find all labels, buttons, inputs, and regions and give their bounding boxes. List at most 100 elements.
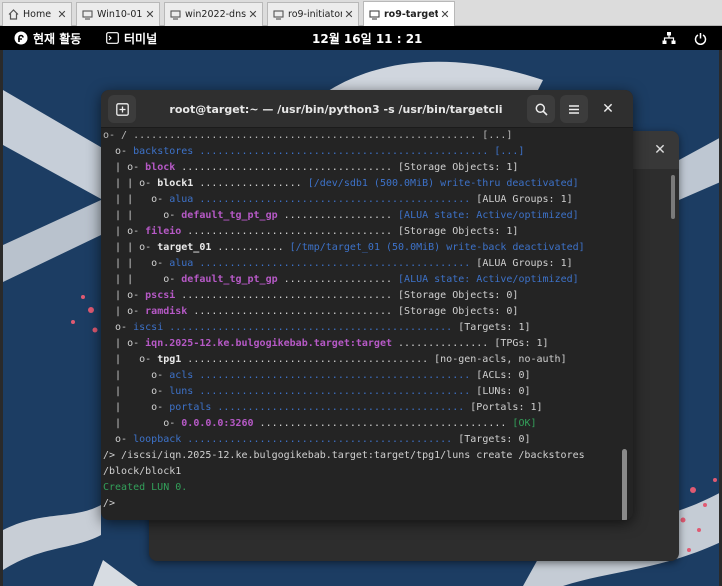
- terminal-text-segment: | | o-: [103, 210, 182, 221]
- terminal-text-segment: [Targets: 0]: [458, 434, 531, 445]
- terminal-text-segment: backstores: [133, 146, 194, 157]
- vm-tab-strip: Home ✕ Win10-01 ✕ win2022-dns ✕ ro9-init…: [0, 0, 722, 27]
- terminal-line: /> /iscsi/iqn.2025-12.ke.bulgogikebab.ta…: [103, 448, 585, 464]
- terminal-line: | | o- block1 ................. [/dev/sd…: [103, 176, 579, 192]
- terminal-text-segment: ...........: [211, 242, 290, 253]
- terminal-text-segment: loopback: [133, 434, 182, 445]
- terminal-output[interactable]: o- / ...................................…: [101, 128, 633, 520]
- new-tab-button[interactable]: [108, 95, 136, 123]
- terminal-text-segment: o-: [103, 322, 134, 333]
- vm-icon: [81, 9, 93, 21]
- terminal-text-segment: ................................... [Sto…: [175, 162, 519, 173]
- terminal-text-segment: o- / ...................................…: [103, 130, 513, 141]
- terminal-line: Created LUN 0.: [103, 480, 187, 496]
- terminal-text-segment: | | o-: [103, 194, 170, 205]
- close-icon[interactable]: ✕: [438, 8, 452, 21]
- vm-tab-label: win2022-dns: [185, 9, 246, 20]
- vm-icon: [272, 9, 284, 21]
- vm-icon: [368, 9, 380, 21]
- network-icon: [662, 32, 676, 44]
- activities-button[interactable]: 현재 활동: [14, 26, 81, 50]
- close-icon[interactable]: ✕: [143, 8, 157, 21]
- terminal-text-segment: | o-: [103, 354, 158, 365]
- activities-label: 현재 활동: [33, 31, 82, 46]
- gnome-top-bar: 현재 활동 터미널 12월 16일 11 : 21: [0, 26, 722, 50]
- terminal-text-segment: | o-: [103, 338, 146, 349]
- terminal-text-segment: ........................................…: [163, 322, 459, 333]
- terminal-line: | o- luns ..............................…: [103, 384, 530, 400]
- terminal-line: | o- fileio ............................…: [103, 224, 518, 240]
- terminal-line: | o- portals ...........................…: [103, 400, 543, 416]
- close-icon[interactable]: ✕: [651, 141, 669, 159]
- terminal-text-segment: [ALUA state: Active/optimized]: [398, 210, 579, 221]
- terminal-text-segment: [/dev/sdb1 (500.0MiB) write-thru deactiv…: [307, 178, 579, 189]
- terminal-text-segment: .................................. [Stor…: [181, 226, 519, 237]
- terminal-text-segment: | | o-: [103, 242, 158, 253]
- terminal-text-segment: portals: [169, 402, 212, 413]
- terminal-line: | | o- default_tg_pt_gp ................…: [103, 208, 579, 224]
- terminal-text-segment: ........................................…: [193, 194, 477, 205]
- terminal-text-segment: block1: [157, 178, 194, 189]
- terminal-line: o- iscsi ...............................…: [103, 320, 530, 336]
- terminal-line: | o- 0.0.0.0:3260 ......................…: [103, 416, 536, 432]
- terminal-text-segment: ramdisk: [145, 306, 188, 317]
- terminal-text-segment: /block/block1: [103, 466, 182, 477]
- vm-tab-label: Win10-01: [97, 9, 143, 20]
- terminal-text-segment: ........................................…: [253, 418, 513, 429]
- terminal-text-segment: o-: [103, 146, 134, 157]
- terminal-text-segment: default_tg_pt_gp: [181, 210, 278, 221]
- terminal-scrollbar[interactable]: [622, 449, 627, 520]
- terminal-text-segment: block: [145, 162, 176, 173]
- vm-icon: [169, 9, 181, 21]
- vm-tab-win10-01[interactable]: Win10-01 ✕: [76, 2, 160, 26]
- clock[interactable]: 12월 16일 11 : 21: [312, 26, 422, 50]
- terminal-text-segment: [ALUA Groups: 1]: [476, 258, 573, 269]
- terminal-text-segment: [ALUA Groups: 1]: [476, 194, 573, 205]
- terminal-line: />: [103, 496, 115, 512]
- terminal-text-segment: | o-: [103, 162, 146, 173]
- search-button[interactable]: [527, 95, 555, 123]
- hamburger-menu-icon: [569, 104, 579, 114]
- terminal-text-segment: ........................................…: [211, 402, 471, 413]
- terminal-header-bar[interactable]: root@target:~ — /usr/bin/python3 -s /usr…: [101, 90, 633, 128]
- activities-logo-icon: [14, 31, 28, 45]
- terminal-text-segment: .................: [193, 178, 308, 189]
- scrollbar[interactable]: [671, 175, 675, 219]
- terminal-text-segment: ..................: [277, 274, 399, 285]
- terminal-line: | | o- target_01 ........... [/tmp/targe…: [103, 240, 585, 256]
- terminal-text-segment: [ALUA state: Active/optimized]: [398, 274, 579, 285]
- terminal-text-segment: [ACLs: 0]: [476, 370, 531, 381]
- close-icon[interactable]: ✕: [55, 8, 69, 21]
- terminal-text-segment: | o-: [103, 370, 170, 381]
- terminal-line: | o- pscsi .............................…: [103, 288, 518, 304]
- terminal-window[interactable]: root@target:~ — /usr/bin/python3 -s /usr…: [101, 90, 633, 520]
- close-icon[interactable]: ✕: [599, 100, 617, 118]
- terminal-app-icon: [106, 32, 119, 44]
- terminal-text-segment: pscsi: [145, 290, 176, 301]
- terminal-text-segment: ........................................…: [193, 258, 477, 269]
- terminal-text-segment: ............... [TPGs: 1]: [392, 338, 549, 349]
- terminal-text-segment: />: [103, 498, 116, 509]
- new-tab-icon: [115, 102, 129, 116]
- terminal-text-segment: | o-: [103, 306, 146, 317]
- vm-tab-home[interactable]: Home ✕: [2, 2, 72, 26]
- network-status[interactable]: [662, 26, 676, 50]
- vm-tab-ro9-initiator[interactable]: ro9-initiator ✕: [267, 2, 359, 26]
- close-icon[interactable]: ✕: [246, 8, 260, 21]
- terminal-text-segment: acls: [169, 370, 194, 381]
- menu-button[interactable]: [560, 95, 588, 123]
- power-icon: [694, 32, 707, 45]
- terminal-text-segment: alua: [169, 258, 194, 269]
- terminal-text-segment: o-: [103, 434, 134, 445]
- terminal-text-segment: tpg1: [157, 354, 182, 365]
- vm-tab-win2022-dns[interactable]: win2022-dns ✕: [164, 2, 263, 26]
- terminal-text-segment: | | o-: [103, 274, 182, 285]
- terminal-text-segment: default_tg_pt_gp: [181, 274, 278, 285]
- power-menu[interactable]: [694, 26, 707, 50]
- close-icon[interactable]: ✕: [342, 8, 356, 21]
- app-menu[interactable]: 터미널: [106, 26, 157, 50]
- clock-label: 12월 16일 11 : 21: [312, 31, 423, 46]
- vm-tab-ro9-target[interactable]: ro9-target ✕: [363, 1, 455, 27]
- terminal-text-segment: | o-: [103, 402, 170, 413]
- terminal-line: | o- acls ..............................…: [103, 368, 530, 384]
